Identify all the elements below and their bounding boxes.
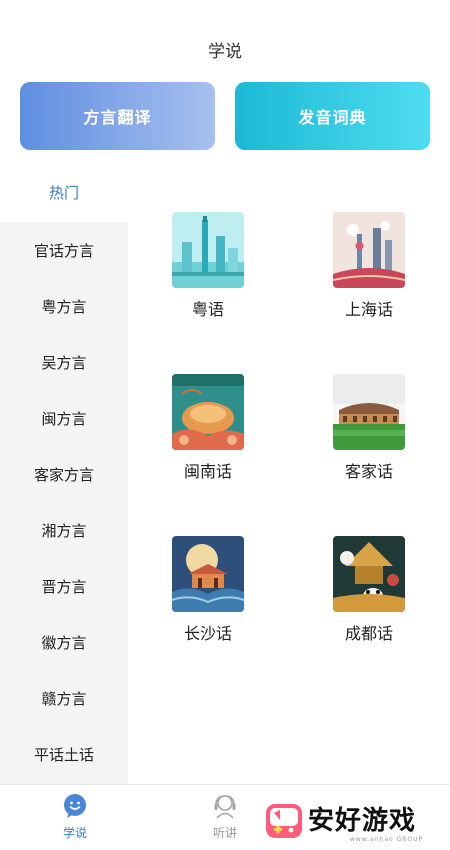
- sidebar-item-wu[interactable]: 吴方言: [0, 334, 128, 390]
- gamepad-logo-icon: [264, 800, 304, 842]
- feature-buttons: 方言翻译 发音词典: [20, 82, 430, 150]
- tab-learn-speak[interactable]: 学说: [45, 793, 105, 841]
- page-title: 学说: [208, 42, 242, 62]
- watermark-subtext: www.anhao GROUP: [350, 836, 424, 843]
- tab-listen[interactable]: 听讲: [195, 793, 255, 841]
- sidebar-item-gan[interactable]: 赣方言: [0, 670, 128, 726]
- dialect-grid: 粤语 上海话 闽南话 客家话 长沙话 成都话: [128, 162, 450, 784]
- shanghainese-thumbnail: [333, 212, 405, 288]
- dialect-label: 粤语: [191, 300, 224, 319]
- dialect-translate-button[interactable]: 方言翻译: [20, 82, 215, 150]
- dialect-card-cantonese[interactable]: 粤语: [158, 212, 258, 320]
- watermark-text: 安好游戏: [308, 806, 417, 836]
- dialect-label: 客家话: [344, 462, 393, 481]
- top-bar: 学说: [0, 0, 450, 78]
- dialect-label: 上海话: [344, 300, 393, 319]
- sidebar-item-hot[interactable]: 热门: [0, 162, 128, 222]
- sidebar-item-mandarin[interactable]: 官话方言: [0, 222, 128, 278]
- sidebar-item-jin[interactable]: 晋方言: [0, 558, 128, 614]
- dialect-card-changsha[interactable]: 长沙话: [158, 536, 258, 644]
- dialect-card-hakka[interactable]: 客家话: [319, 374, 419, 482]
- sidebar-item-xiang[interactable]: 湘方言: [0, 502, 128, 558]
- headset-icon: [212, 793, 238, 819]
- sidebar-item-pinghua[interactable]: 平话土话: [0, 726, 128, 782]
- dialect-label: 长沙话: [183, 624, 232, 643]
- watermark: 安好游戏 www.anhao GROUP: [264, 796, 444, 846]
- chengdu-thumbnail: [333, 536, 405, 612]
- dialect-card-shanghainese[interactable]: 上海话: [319, 212, 419, 320]
- dialect-card-chengdu[interactable]: 成都话: [319, 536, 419, 644]
- content-area: 热门 官话方言 粤方言 吴方言 闽方言 客家方言 湘方言 晋方言 徽方言 赣方言…: [0, 162, 450, 784]
- sidebar-item-hakka[interactable]: 客家方言: [0, 446, 128, 502]
- sidebar-item-min[interactable]: 闽方言: [0, 390, 128, 446]
- category-sidebar: 热门 官话方言 粤方言 吴方言 闽方言 客家方言 湘方言 晋方言 徽方言 赣方言…: [0, 162, 128, 784]
- dialect-label: 闽南话: [183, 462, 232, 481]
- dialect-card-minnan[interactable]: 闽南话: [158, 374, 258, 482]
- changsha-thumbnail: [172, 536, 244, 612]
- hakka-thumbnail: [333, 374, 405, 450]
- sidebar-item-hui[interactable]: 徽方言: [0, 614, 128, 670]
- tab-label: 听讲: [212, 826, 237, 840]
- tab-label: 学说: [62, 826, 87, 840]
- cantonese-thumbnail: [172, 212, 244, 288]
- minnan-thumbnail: [172, 374, 244, 450]
- sidebar-item-yue[interactable]: 粤方言: [0, 278, 128, 334]
- dialect-label: 成都话: [344, 624, 393, 643]
- chat-bubble-icon: [62, 793, 88, 819]
- pronunciation-dictionary-button[interactable]: 发音词典: [235, 82, 430, 150]
